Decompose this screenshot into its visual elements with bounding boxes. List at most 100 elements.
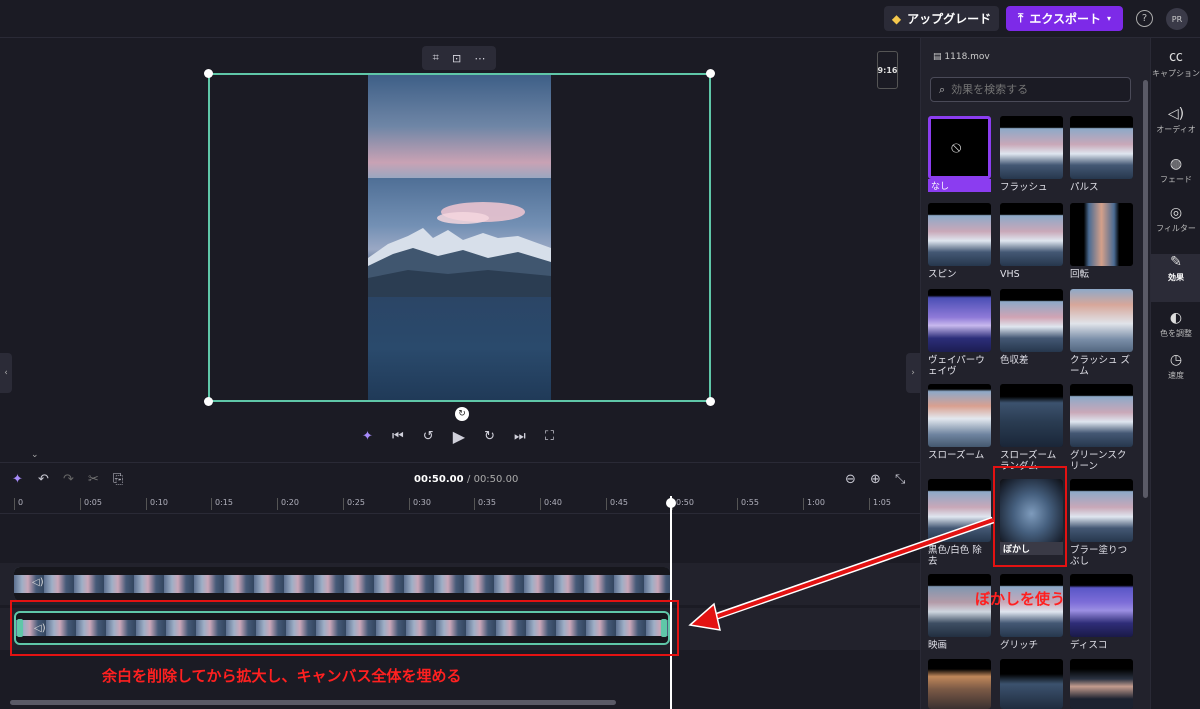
diamond-icon: ◆ — [891, 11, 902, 26]
more-icon[interactable]: ⋯ — [474, 52, 485, 65]
chevron-right-icon[interactable]: › — [906, 353, 920, 393]
resize-handle-br[interactable] — [706, 397, 715, 406]
redo-icon[interactable]: ↷ — [63, 472, 74, 487]
effect-glitch[interactable]: グリッチ — [1000, 574, 1063, 651]
chevron-left-icon[interactable]: ‹ — [0, 353, 12, 393]
video-clip-1[interactable]: ◁) — [14, 567, 670, 601]
collapse-timeline-icon[interactable]: ⌄ — [31, 450, 39, 460]
file-name: ▤ 1118.mov — [933, 52, 990, 62]
help-icon[interactable]: ? — [1136, 10, 1153, 27]
magic-edit-icon[interactable]: ✦ — [362, 429, 373, 444]
none-icon: ⦸ — [951, 137, 962, 156]
panel-scrollbar[interactable] — [1143, 80, 1148, 498]
rail-effects[interactable]: ✎ 効果 — [1151, 254, 1200, 302]
avatar[interactable]: PR — [1166, 8, 1188, 30]
undo-icon[interactable]: ↶ — [38, 472, 49, 487]
crop-icon[interactable]: ⌗ — [433, 51, 439, 65]
effect-label: クラッシュ ズーム — [1070, 355, 1131, 378]
resize-handle-tr[interactable] — [706, 69, 715, 78]
zoom-out-icon[interactable]: ⊖ — [845, 472, 856, 487]
effect-blur-fill[interactable]: ブラー塗りつぶし — [1070, 479, 1133, 568]
effect-tile[interactable] — [928, 659, 991, 709]
effects-search[interactable]: ⌕ — [930, 77, 1131, 102]
rail-filter[interactable]: ◎ フィルター — [1151, 205, 1200, 253]
rail-fade[interactable]: ◍ フェード — [1151, 156, 1200, 204]
skip-forward-icon[interactable]: ⏭ — [514, 429, 526, 444]
ai-sparkle-icon[interactable]: ✦ — [12, 472, 23, 487]
rail-captions[interactable]: ㏄ キャプション — [1151, 46, 1200, 94]
fit-icon[interactable]: ⊡ — [452, 52, 461, 65]
total-time: / 00:50.00 — [467, 474, 519, 485]
search-input[interactable] — [951, 83, 1122, 96]
film-icon: ▤ — [933, 52, 942, 62]
fade-icon: ◍ — [1169, 156, 1183, 172]
effect-none[interactable]: ⦸ なし — [928, 116, 991, 192]
tick: 0:20 — [277, 498, 299, 510]
rewind-5-icon[interactable]: ↺ — [423, 429, 434, 444]
filter-icon: ◎ — [1169, 205, 1183, 221]
effect-tile[interactable] — [1070, 659, 1133, 709]
effect-green-screen[interactable]: グリーンスクリーン — [1070, 384, 1133, 473]
effect-vhs[interactable]: VHS — [1000, 203, 1063, 280]
timeline-scrollbar[interactable] — [10, 700, 616, 705]
tick: 0:15 — [211, 498, 233, 510]
video-top-section — [368, 75, 551, 178]
fit-timeline-icon[interactable]: ⤡ — [895, 472, 905, 487]
play-icon[interactable]: ▶ — [453, 427, 465, 446]
rotate-handle-icon[interactable]: ↻ — [455, 407, 469, 421]
current-time: 00:50.00 — [414, 474, 464, 485]
effect-flash[interactable]: フラッシュ — [1000, 116, 1063, 193]
timeline-toolbar: ✦ ↶ ↷ ✂ ⎘ 00:50.00 / 00:50.00 ⊖ ⊕ ⤡ — [0, 462, 920, 494]
effect-vaporwave[interactable]: ヴェイパーウェイヴ — [928, 289, 991, 378]
effect-cinema[interactable]: 映画 — [928, 574, 991, 651]
split-icon[interactable]: ✂ — [88, 472, 99, 487]
effect-crash-zoom[interactable]: クラッシュ ズーム — [1070, 289, 1133, 378]
aspect-ratio-button[interactable]: 9:16 — [877, 51, 898, 89]
effect-label: ブラー塗りつぶし — [1070, 545, 1128, 568]
annotation-canvas-note: 余白を削除してから拡大し、キャンバス全体を埋める — [102, 667, 462, 685]
effect-label: 黒色/白色 除去 — [928, 545, 982, 568]
effect-label: フラッシュ — [1000, 182, 1048, 193]
annotation-box-clip — [10, 600, 679, 656]
export-button[interactable]: ⤒ エクスポート ▾ — [1006, 6, 1123, 31]
speed-icon: ◷ — [1169, 352, 1183, 368]
video-bottom-section — [368, 297, 551, 400]
top-bar: ◆ アップグレード ⤒ エクスポート ▾ ? PR — [0, 0, 1200, 38]
effect-disco[interactable]: ディスコ — [1070, 574, 1133, 651]
mountain-illustration — [368, 202, 551, 297]
zoom-in-icon[interactable]: ⊕ — [870, 472, 881, 487]
upgrade-button[interactable]: ◆ アップグレード — [884, 6, 999, 31]
playhead-knob[interactable] — [666, 498, 676, 508]
annotation-blur-note: ぼかしを使う — [975, 590, 1066, 608]
captions-icon: ㏄ — [1169, 49, 1183, 65]
tick: 0:10 — [146, 498, 168, 510]
resize-handle-tl[interactable] — [204, 69, 213, 78]
rail-color-adjust[interactable]: ◐ 色を調整 — [1151, 310, 1200, 358]
upload-icon: ⤒ — [1018, 11, 1024, 25]
volume-icon[interactable]: ◁) — [32, 577, 44, 588]
effect-spin[interactable]: スピン — [928, 203, 991, 280]
fullscreen-icon[interactable]: ⛶ — [545, 429, 554, 444]
effect-slow-zoom-random[interactable]: スローズーム ランダム — [1000, 384, 1063, 473]
skip-back-icon[interactable]: ⏮ — [392, 429, 404, 444]
annotation-box-blur — [993, 466, 1067, 567]
resize-handle-bl[interactable] — [204, 397, 213, 406]
effect-label: グリーンスクリーン — [1070, 450, 1127, 473]
effect-label: 色収差 — [1000, 355, 1029, 366]
effect-chromatic-aberration[interactable]: 色収差 — [1000, 289, 1063, 366]
rail-audio[interactable]: ◁) オーディオ — [1151, 106, 1200, 154]
effect-pulse[interactable]: パルス — [1070, 116, 1133, 193]
effect-tile[interactable] — [1000, 659, 1063, 709]
preview-stage: ⌗ ⊡ ⋯ 9:16 ‹ › ↻ ✦ ⏮ ↺ ▶ ↻ ⏭ ⛶ ⌄ — [0, 38, 920, 460]
effects-icon: ✎ — [1170, 254, 1182, 270]
effect-label: スピン — [928, 269, 957, 280]
effect-remove-black-white[interactable]: 黒色/白色 除去 — [928, 479, 991, 568]
timeline-ruler[interactable]: 0 0:05 0:10 0:15 0:20 0:25 0:30 0:35 0:4… — [0, 494, 920, 514]
effect-slow-zoom[interactable]: スローズーム — [928, 384, 991, 461]
effect-rotate[interactable]: 回転 — [1070, 203, 1133, 280]
forward-5-icon[interactable]: ↻ — [484, 429, 495, 444]
playback-controls: ✦ ⏮ ↺ ▶ ↻ ⏭ ⛶ — [362, 426, 554, 446]
video-preview[interactable] — [368, 75, 551, 400]
rail-speed[interactable]: ◷ 速度 — [1151, 352, 1200, 400]
add-media-icon[interactable]: ⎘ — [113, 472, 123, 487]
